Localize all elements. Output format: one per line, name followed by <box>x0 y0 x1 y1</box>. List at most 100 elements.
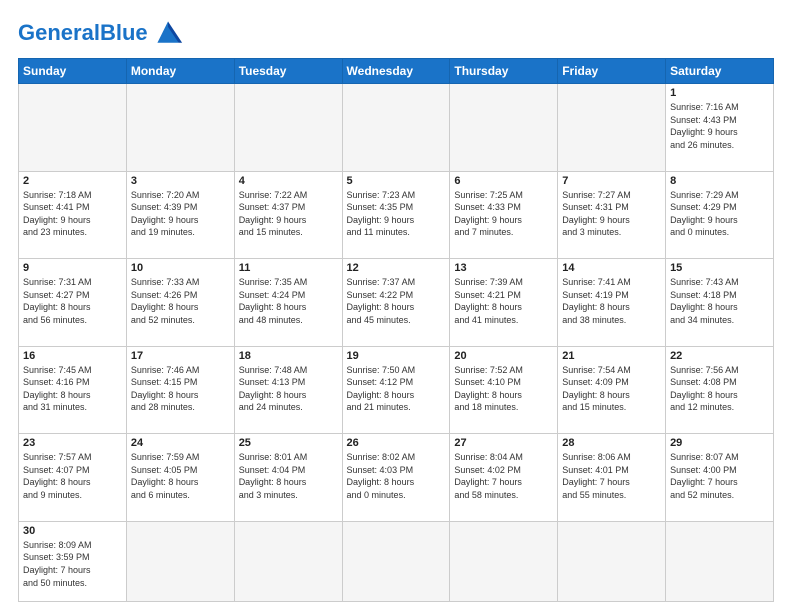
day-number: 10 <box>131 262 230 274</box>
calendar-week-6: 30 Sunrise: 8:09 AM Sunset: 3:59 PM Dayli… <box>19 521 774 601</box>
day-number: 19 <box>347 350 446 362</box>
calendar-day-empty <box>666 521 774 601</box>
day-number: 4 <box>239 175 338 187</box>
day-info: Sunrise: 7:29 AM Sunset: 4:29 PM Dayligh… <box>670 189 769 239</box>
day-of-week-friday: Friday <box>558 59 666 84</box>
day-of-week-sunday: Sunday <box>19 59 127 84</box>
day-number: 28 <box>562 437 661 449</box>
page: GeneralBlue SundayMondayTuesdayWednesday… <box>0 0 792 612</box>
day-number: 13 <box>454 262 553 274</box>
calendar-day-4: 4 Sunrise: 7:22 AM Sunset: 4:37 PM Daylig… <box>234 171 342 259</box>
day-info: Sunrise: 7:35 AM Sunset: 4:24 PM Dayligh… <box>239 276 338 326</box>
day-of-week-thursday: Thursday <box>450 59 558 84</box>
calendar-week-1: 1 Sunrise: 7:16 AM Sunset: 4:43 PM Daylig… <box>19 84 774 172</box>
day-number: 8 <box>670 175 769 187</box>
calendar-day-empty <box>234 521 342 601</box>
calendar-day-21: 21Sunrise: 7:54 AM Sunset: 4:09 PM Dayli… <box>558 346 666 434</box>
day-info: Sunrise: 7:33 AM Sunset: 4:26 PM Dayligh… <box>131 276 230 326</box>
calendar-day-7: 7Sunrise: 7:27 AM Sunset: 4:31 PM Daylig… <box>558 171 666 259</box>
calendar-day-empty <box>558 84 666 172</box>
day-info: Sunrise: 8:07 AM Sunset: 4:00 PM Dayligh… <box>670 451 769 501</box>
calendar-week-2: 2 Sunrise: 7:18 AM Sunset: 4:41 PM Daylig… <box>19 171 774 259</box>
day-of-week-saturday: Saturday <box>666 59 774 84</box>
day-info: Sunrise: 7:57 AM Sunset: 4:07 PM Dayligh… <box>23 451 122 501</box>
calendar-day-18: 18Sunrise: 7:48 AM Sunset: 4:13 PM Dayli… <box>234 346 342 434</box>
day-info: Sunrise: 7:27 AM Sunset: 4:31 PM Dayligh… <box>562 189 661 239</box>
day-of-week-wednesday: Wednesday <box>342 59 450 84</box>
day-number: 5 <box>347 175 446 187</box>
day-info: Sunrise: 7:31 AM Sunset: 4:27 PM Dayligh… <box>23 276 122 326</box>
day-number: 29 <box>670 437 769 449</box>
day-info: Sunrise: 7:16 AM Sunset: 4:43 PM Dayligh… <box>670 101 769 151</box>
logo-blue: Blue <box>100 20 148 45</box>
calendar-day-6: 6 Sunrise: 7:25 AM Sunset: 4:33 PM Daylig… <box>450 171 558 259</box>
day-number: 6 <box>454 175 553 187</box>
calendar-day-19: 19Sunrise: 7:50 AM Sunset: 4:12 PM Dayli… <box>342 346 450 434</box>
calendar-day-14: 14 Sunrise: 7:41 AM Sunset: 4:19 PM Dayli… <box>558 259 666 347</box>
day-info: Sunrise: 7:22 AM Sunset: 4:37 PM Dayligh… <box>239 189 338 239</box>
day-info: Sunrise: 8:06 AM Sunset: 4:01 PM Dayligh… <box>562 451 661 501</box>
calendar-day-1: 1 Sunrise: 7:16 AM Sunset: 4:43 PM Daylig… <box>666 84 774 172</box>
calendar-day-empty <box>126 84 234 172</box>
calendar-header-row: SundayMondayTuesdayWednesdayThursdayFrid… <box>19 59 774 84</box>
day-number: 30 <box>23 525 122 537</box>
calendar-day-empty <box>558 521 666 601</box>
calendar-day-30: 30 Sunrise: 8:09 AM Sunset: 3:59 PM Dayli… <box>19 521 127 601</box>
day-number: 18 <box>239 350 338 362</box>
day-number: 14 <box>562 262 661 274</box>
calendar-day-empty <box>19 84 127 172</box>
calendar-day-9: 9 Sunrise: 7:31 AM Sunset: 4:27 PM Daylig… <box>19 259 127 347</box>
calendar-table: SundayMondayTuesdayWednesdayThursdayFrid… <box>18 58 774 602</box>
logo-text: GeneralBlue <box>18 20 148 46</box>
day-info: Sunrise: 8:09 AM Sunset: 3:59 PM Dayligh… <box>23 539 122 589</box>
day-info: Sunrise: 7:59 AM Sunset: 4:05 PM Dayligh… <box>131 451 230 501</box>
calendar-day-11: 11 Sunrise: 7:35 AM Sunset: 4:24 PM Dayli… <box>234 259 342 347</box>
day-number: 17 <box>131 350 230 362</box>
day-info: Sunrise: 7:39 AM Sunset: 4:21 PM Dayligh… <box>454 276 553 326</box>
calendar-week-4: 16Sunrise: 7:45 AM Sunset: 4:16 PM Dayli… <box>19 346 774 434</box>
day-number: 2 <box>23 175 122 187</box>
day-info: Sunrise: 7:25 AM Sunset: 4:33 PM Dayligh… <box>454 189 553 239</box>
day-info: Sunrise: 7:43 AM Sunset: 4:18 PM Dayligh… <box>670 276 769 326</box>
calendar-day-12: 12Sunrise: 7:37 AM Sunset: 4:22 PM Dayli… <box>342 259 450 347</box>
calendar-day-8: 8 Sunrise: 7:29 AM Sunset: 4:29 PM Daylig… <box>666 171 774 259</box>
day-info: Sunrise: 7:52 AM Sunset: 4:10 PM Dayligh… <box>454 364 553 414</box>
calendar-day-29: 29 Sunrise: 8:07 AM Sunset: 4:00 PM Dayli… <box>666 434 774 522</box>
calendar-day-27: 27Sunrise: 8:04 AM Sunset: 4:02 PM Dayli… <box>450 434 558 522</box>
calendar-day-24: 24 Sunrise: 7:59 AM Sunset: 4:05 PM Dayli… <box>126 434 234 522</box>
day-number: 25 <box>239 437 338 449</box>
header: GeneralBlue <box>18 18 774 48</box>
day-info: Sunrise: 7:20 AM Sunset: 4:39 PM Dayligh… <box>131 189 230 239</box>
calendar-day-empty <box>342 84 450 172</box>
logo: GeneralBlue <box>18 18 186 48</box>
day-info: Sunrise: 7:23 AM Sunset: 4:35 PM Dayligh… <box>347 189 446 239</box>
day-number: 16 <box>23 350 122 362</box>
calendar-day-23: 23Sunrise: 7:57 AM Sunset: 4:07 PM Dayli… <box>19 434 127 522</box>
calendar-day-16: 16Sunrise: 7:45 AM Sunset: 4:16 PM Dayli… <box>19 346 127 434</box>
day-number: 26 <box>347 437 446 449</box>
day-number: 9 <box>23 262 122 274</box>
day-number: 12 <box>347 262 446 274</box>
day-info: Sunrise: 8:02 AM Sunset: 4:03 PM Dayligh… <box>347 451 446 501</box>
calendar-day-empty <box>234 84 342 172</box>
logo-general: General <box>18 20 100 45</box>
calendar-day-10: 10 Sunrise: 7:33 AM Sunset: 4:26 PM Dayli… <box>126 259 234 347</box>
day-info: Sunrise: 7:56 AM Sunset: 4:08 PM Dayligh… <box>670 364 769 414</box>
calendar-day-25: 25Sunrise: 8:01 AM Sunset: 4:04 PM Dayli… <box>234 434 342 522</box>
day-number: 1 <box>670 87 769 99</box>
calendar-day-26: 26 Sunrise: 8:02 AM Sunset: 4:03 PM Dayli… <box>342 434 450 522</box>
day-info: Sunrise: 7:18 AM Sunset: 4:41 PM Dayligh… <box>23 189 122 239</box>
day-info: Sunrise: 7:41 AM Sunset: 4:19 PM Dayligh… <box>562 276 661 326</box>
day-number: 24 <box>131 437 230 449</box>
calendar-day-15: 15 Sunrise: 7:43 AM Sunset: 4:18 PM Dayli… <box>666 259 774 347</box>
day-number: 15 <box>670 262 769 274</box>
calendar-day-22: 22 Sunrise: 7:56 AM Sunset: 4:08 PM Dayli… <box>666 346 774 434</box>
day-number: 22 <box>670 350 769 362</box>
day-number: 11 <box>239 262 338 274</box>
calendar-day-5: 5 Sunrise: 7:23 AM Sunset: 4:35 PM Daylig… <box>342 171 450 259</box>
calendar-week-5: 23Sunrise: 7:57 AM Sunset: 4:07 PM Dayli… <box>19 434 774 522</box>
calendar-day-empty <box>450 521 558 601</box>
day-number: 20 <box>454 350 553 362</box>
day-number: 21 <box>562 350 661 362</box>
day-number: 3 <box>131 175 230 187</box>
